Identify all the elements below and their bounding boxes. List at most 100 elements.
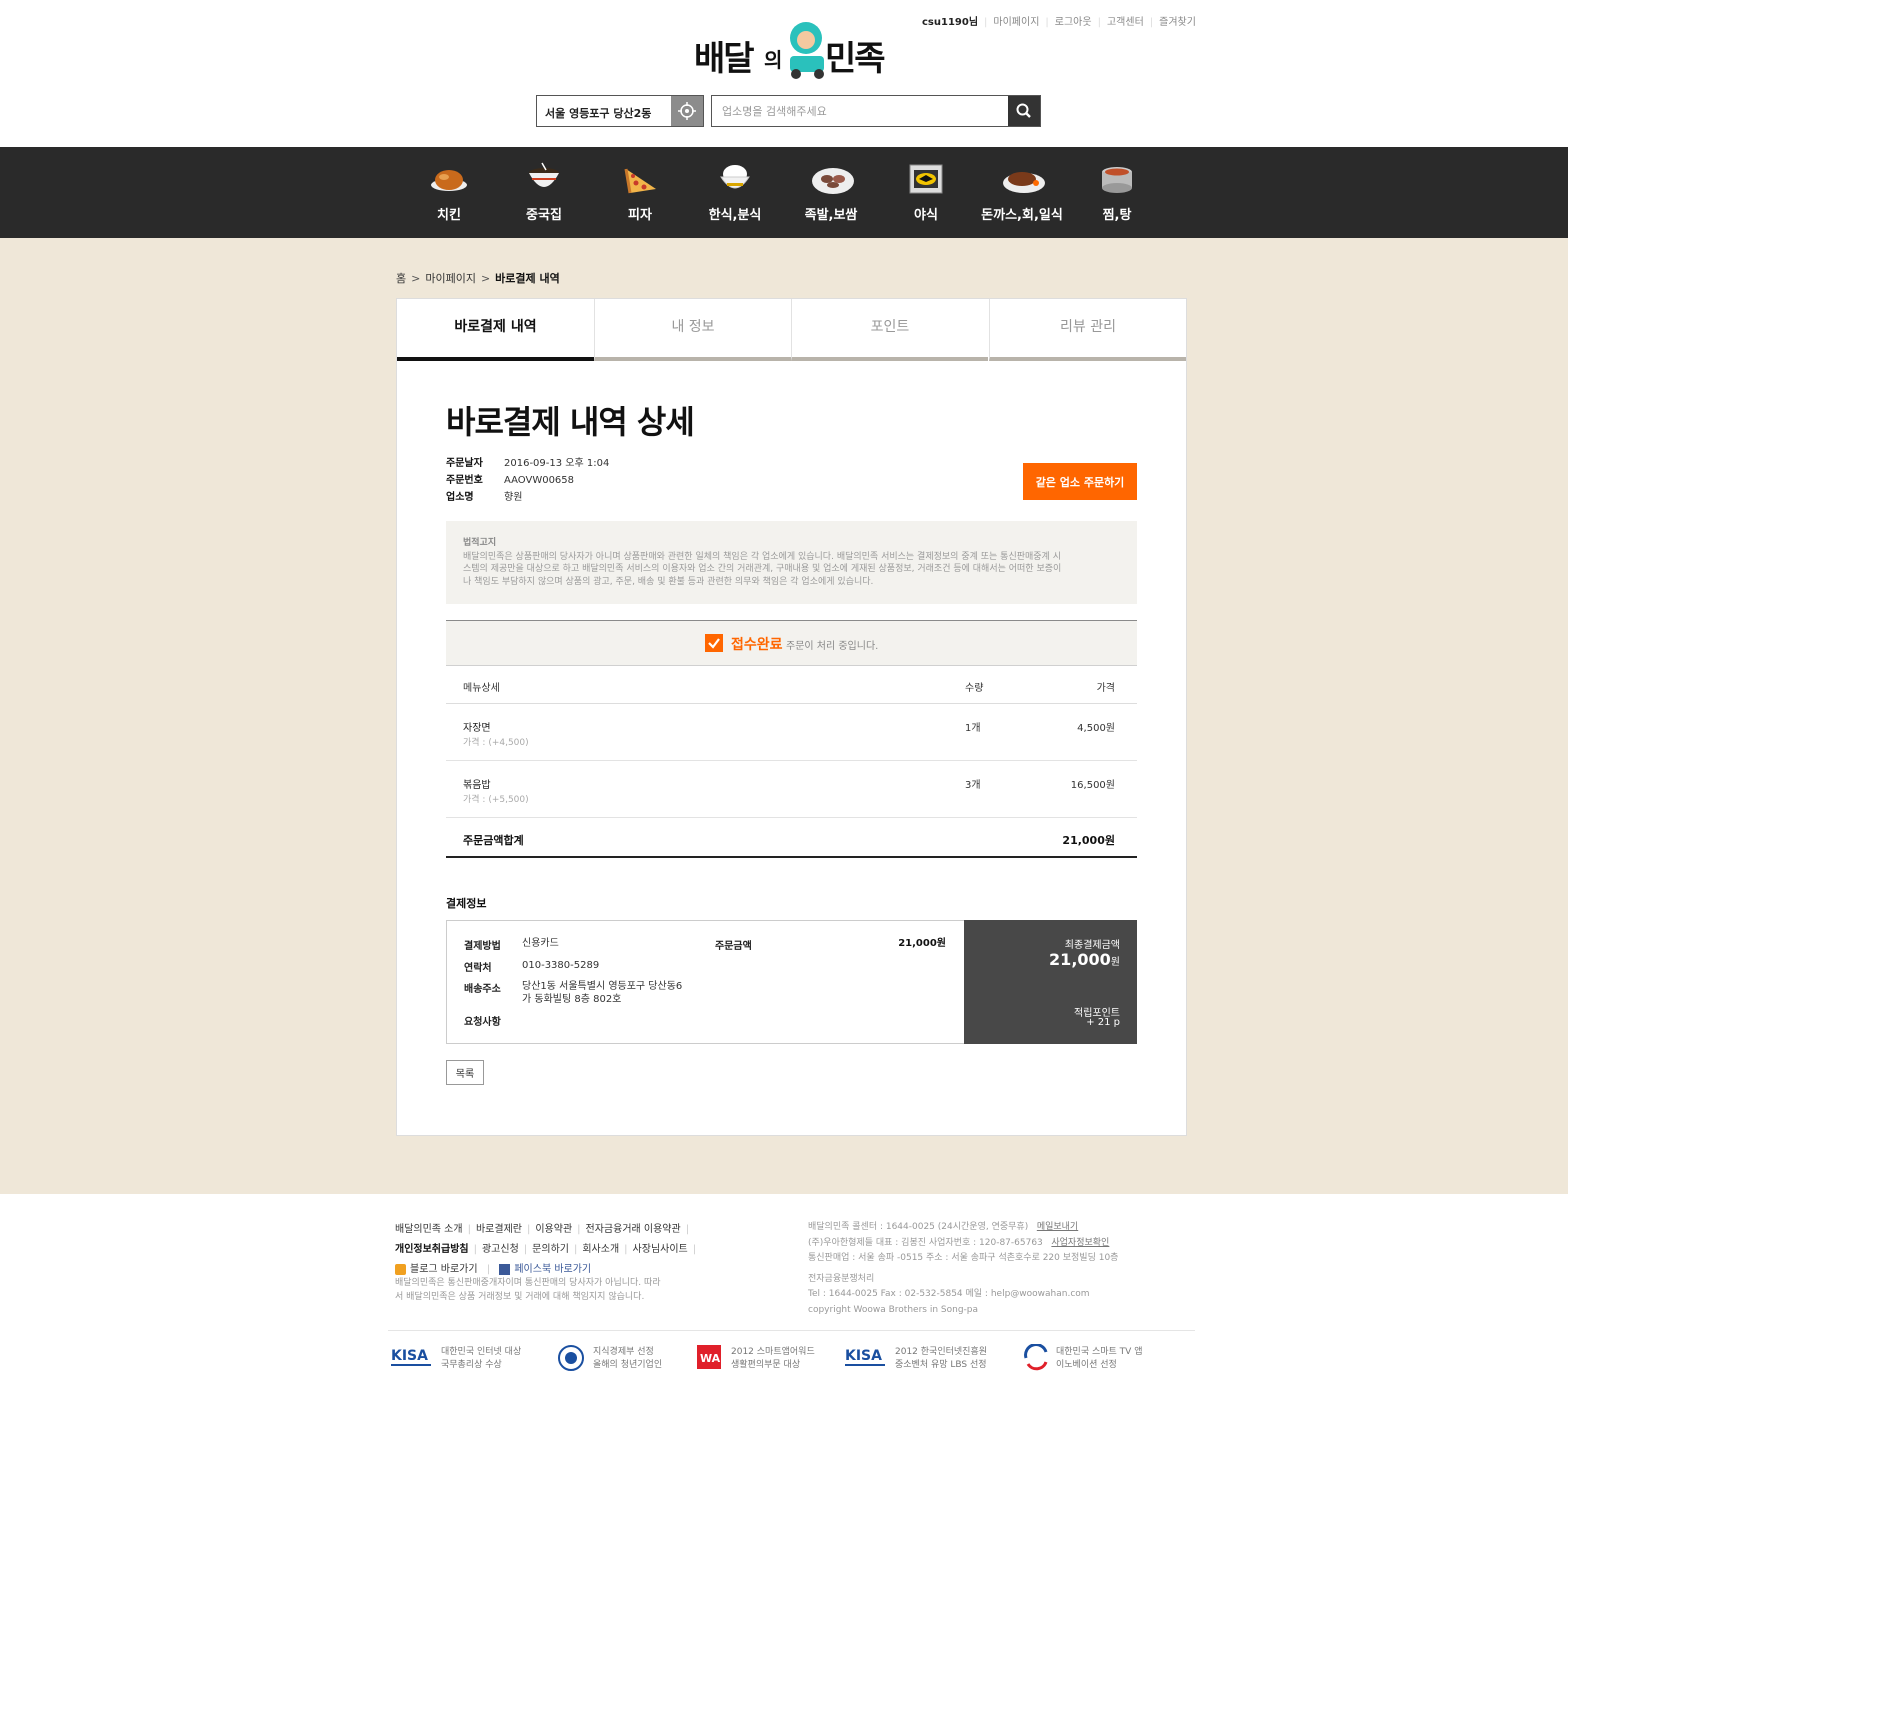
footer-link-terms[interactable]: 이용약관 (535, 1224, 572, 1235)
award-item: KISA 대한민국 인터넷 대상 국무총리상 수상 (391, 1344, 521, 1375)
address-line-1: 당산1동 서울특별시 영등포구 당산동6 (522, 981, 683, 992)
breadcrumb-home[interactable]: 홈 (396, 272, 406, 285)
footer-link-ads[interactable]: 광고신청 (482, 1244, 519, 1255)
legal-text-2: 스템의 제공만을 대상으로 하고 배달의민족 서비스의 이용자와 업소 간의 거… (463, 564, 1062, 574)
blog-icon (395, 1263, 406, 1275)
reorder-button[interactable]: 같은 업소 주문하기 (1023, 463, 1137, 500)
footer-link-contact[interactable]: 문의하기 (532, 1244, 569, 1255)
category-chicken[interactable]: 치킨 (401, 147, 497, 238)
category-nav: 치킨 중국집 피자 한식,분식 족발,보쌈 야식 돈까스,회,일식 찜,탕 (0, 147, 1568, 238)
contact-value: 010-3380-5289 (522, 960, 600, 971)
facebook-link[interactable]: 페이스북 바로가기 (499, 1263, 591, 1275)
top-links: csu1190님 | 마이페이지 | 로그아웃 | 고객센터 | 즐겨찾기 (922, 17, 1196, 28)
tab-points[interactable]: 포인트 (791, 299, 988, 361)
order-amount-label: 주문금액 (715, 941, 752, 952)
award-item: 지식경제부 선정 올해의 청년기업인 (557, 1344, 662, 1377)
table-row: 자장면 가격 : (+4,500) 1개 4,500원 (446, 704, 1137, 761)
breadcrumb-mypage[interactable]: 마이페이지 (425, 272, 476, 285)
search-icon (1016, 103, 1031, 118)
site-footer: 배달의민족 소개 | 바로결제란 | 이용약관 | 전자금융거래 이용약관 | 개인정보취급방… (0, 1194, 1568, 1411)
menu-table: 메뉴상세 수량 가격 자장면 가격 : (+4,500) 1개 4,500원 볶… (446, 666, 1137, 858)
search-button[interactable] (1008, 96, 1040, 126)
menu-unit-price: 가격 : (+5,500) (463, 795, 529, 805)
legal-text-1: 배달의민족은 상품판매의 당사자가 아니며 상품판매와 관련한 일체의 책임은 … (463, 551, 1061, 562)
tab-payment-history[interactable]: 바로결제 내역 (397, 299, 594, 361)
kisa-logo-icon: KISA (391, 1348, 431, 1366)
biz-info-link[interactable]: 사업자정보확인 (1051, 1238, 1109, 1248)
order-number: AAOVW00658 (504, 475, 575, 486)
final-payment-box: 최종결제금액 21,000원 적립포인트 + 21 p (964, 920, 1137, 1044)
order-no-label: 주문번호 (446, 475, 483, 486)
footer-link-about[interactable]: 배달의민족 소개 (395, 1224, 463, 1235)
search-input[interactable] (712, 96, 1009, 126)
menu-unit-price: 가격 : (+4,500) (463, 738, 529, 748)
location-selector[interactable]: 서울 영등포구 당산2동 (536, 95, 704, 127)
order-status: 접수완료 주문이 처리 중입니다. (446, 620, 1137, 666)
footer-link-privacy[interactable]: 개인정보취급방침 (395, 1244, 469, 1255)
footer-social: 블로그 바로가기 | 페이스북 바로가기 (395, 1260, 591, 1275)
legal-title: 법적고지 (463, 538, 497, 548)
username: csu1190님 (922, 17, 979, 28)
breadcrumb: 홈 > 마이페이지 > 바로결제 내역 (396, 272, 560, 285)
order-date-label: 주문날자 (446, 458, 483, 469)
baemin-logo[interactable]: 배달 의 민족 (694, 20, 890, 82)
facebook-icon (499, 1263, 511, 1275)
store-name: 향원 (504, 492, 523, 503)
award-item: WA 2012 스마트앱어워드 생활편의부문 대상 (696, 1344, 815, 1375)
final-label: 최종결제금액 (1064, 940, 1120, 951)
final-amount: 21,000원 (1049, 950, 1120, 969)
order-amount: 21,000원 (898, 938, 946, 949)
noodle-bowl-icon (529, 162, 559, 187)
svg-text:KISA: KISA (845, 1348, 882, 1364)
menu-name: 자장면 (463, 723, 491, 734)
address-line-2: 가 동화빌팅 8층 802호 (522, 994, 622, 1005)
tab-my-info[interactable]: 내 정보 (594, 299, 791, 361)
category-night[interactable]: 야식 (878, 147, 974, 238)
address-label: 배송주소 (464, 984, 501, 995)
category-cutlet[interactable]: 돈까스,회,일식 (974, 147, 1070, 238)
status-title: 접수완료 (731, 637, 783, 653)
category-korean[interactable]: 한식,분식 (687, 147, 783, 238)
legal-notice: 법적고지 배달의민족은 상품판매의 당사자가 아니며 상품판매와 관련한 일체의… (446, 521, 1137, 604)
footer-link-company[interactable]: 회사소개 (582, 1244, 619, 1255)
order-info: 주문날자 2016-09-13 오후 1:04 주문번호 AAOVW00658 업소… (446, 454, 609, 505)
pizza-icon (624, 168, 656, 194)
mail-link[interactable]: 메일보내기 (1037, 1222, 1078, 1232)
cutlet-icon (1003, 172, 1045, 193)
kisa-logo-icon: KISA (845, 1348, 885, 1366)
menu-total-row: 주문금액합계 21,000원 (446, 818, 1137, 858)
category-pizza[interactable]: 피자 (592, 147, 688, 238)
svg-text:KISA: KISA (391, 1348, 428, 1364)
svg-text:WA: WA (700, 1352, 721, 1365)
main-area: 홈 > 마이페이지 > 바로결제 내역 바로결제 내역 내 정보 포인트 리뷰 관리 바… (0, 238, 1568, 1194)
footer-link-efinance-terms[interactable]: 전자금융거래 이용약관 (586, 1224, 681, 1235)
favorites-link[interactable]: 즐겨찾기 (1159, 17, 1196, 28)
footer-link-direct-pay[interactable]: 바로결제란 (476, 1224, 522, 1235)
list-button[interactable]: 목록 (446, 1060, 484, 1085)
smart-tv-award-icon (1024, 1343, 1048, 1371)
menu-price: 16,500원 (1070, 780, 1115, 791)
footer-link-owner-site[interactable]: 사장님사이트 (633, 1244, 688, 1255)
chicken-icon (431, 170, 467, 191)
footer-divider (388, 1330, 1195, 1331)
blog-link[interactable]: 블로그 바로가기 (395, 1263, 478, 1275)
location-text: 서울 영등포구 당산2동 (545, 107, 652, 120)
content-card: 바로결제 내역 내 정보 포인트 리뷰 관리 바로결제 내역 상세 주문날자 20… (396, 298, 1187, 1136)
menu-name: 볶음밥 (463, 780, 491, 791)
gps-icon[interactable] (671, 96, 703, 126)
svg-text:의: 의 (764, 48, 782, 72)
mypage-tabs: 바로결제 내역 내 정보 포인트 리뷰 관리 (397, 299, 1186, 361)
category-stew[interactable]: 찜,탕 (1069, 147, 1165, 238)
payment-info: 결제방법 신용카드 연락처 010-3380-5289 배송주소 당산1동 서울… (446, 920, 1137, 1044)
request-label: 요청사항 (464, 1017, 501, 1028)
mypage-link[interactable]: 마이페이지 (993, 17, 1039, 28)
check-icon (705, 634, 723, 652)
pork-platter-icon (812, 168, 854, 194)
total-amount: 21,000원 (1062, 834, 1115, 847)
customer-center-link[interactable]: 고객센터 (1107, 17, 1144, 28)
contact-label: 연락처 (464, 963, 492, 974)
category-chinese[interactable]: 중국집 (496, 147, 592, 238)
tab-reviews[interactable]: 리뷰 관리 (989, 299, 1186, 361)
category-jokbal[interactable]: 족발,보쌈 (783, 147, 879, 238)
logout-link[interactable]: 로그아웃 (1055, 17, 1092, 28)
